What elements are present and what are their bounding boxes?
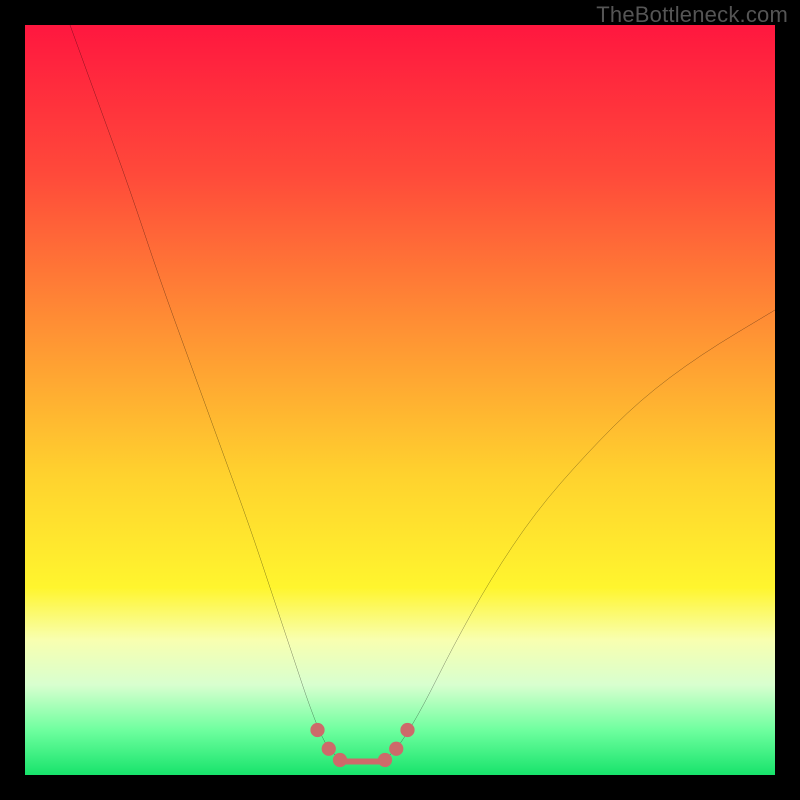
bottom-dot bbox=[333, 753, 347, 767]
bottom-dot bbox=[322, 742, 336, 756]
chart-frame: TheBottleneck.com bbox=[0, 0, 800, 800]
bottom-dot bbox=[378, 753, 392, 767]
bottom-dot bbox=[389, 742, 403, 756]
bottom-dot bbox=[310, 723, 324, 737]
bottom-dot bbox=[400, 723, 414, 737]
chart-background bbox=[25, 25, 775, 775]
chart-plot bbox=[25, 25, 775, 775]
